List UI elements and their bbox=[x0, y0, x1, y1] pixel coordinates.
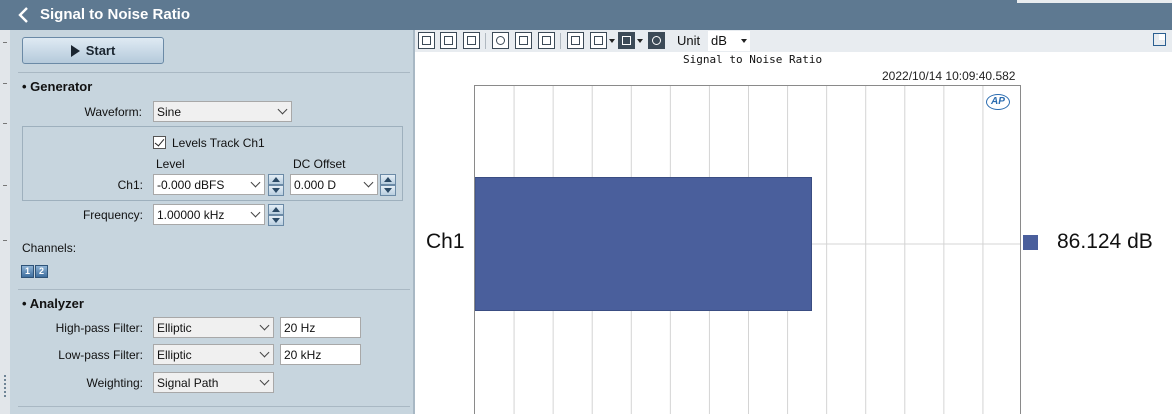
stepper-up-icon[interactable] bbox=[380, 174, 396, 185]
lowpass-label: Low-pass Filter: bbox=[58, 348, 143, 362]
divider bbox=[18, 72, 410, 73]
edge-tick bbox=[3, 83, 7, 84]
toolbar-separator bbox=[560, 33, 561, 49]
start-button[interactable]: Start bbox=[22, 37, 164, 64]
frequency-label: Frequency: bbox=[82, 208, 143, 222]
ch1-label: Ch1: bbox=[117, 178, 143, 192]
level-header: Level bbox=[156, 157, 185, 171]
highpass-type-value: Elliptic bbox=[157, 321, 192, 335]
play-icon bbox=[70, 44, 80, 57]
weighting-value: Signal Path bbox=[157, 376, 219, 390]
frequency-stepper[interactable] bbox=[268, 204, 284, 226]
generator-section-heading[interactable]: • Generator bbox=[22, 79, 92, 94]
chevron-down-icon bbox=[259, 375, 270, 386]
start-button-label: Start bbox=[85, 43, 116, 58]
highpass-frequency-input[interactable]: 20 Hz bbox=[280, 317, 361, 338]
frequency-field[interactable]: 1.00000 kHz bbox=[153, 204, 265, 225]
bullet-icon: • bbox=[22, 296, 30, 311]
weighting-label: Weighting: bbox=[86, 376, 143, 390]
chevron-down-icon bbox=[250, 207, 261, 218]
chevron-down-icon bbox=[259, 347, 270, 358]
pan-icon[interactable] bbox=[515, 32, 532, 49]
graph-toolbar: Unit dB bbox=[415, 30, 1172, 52]
stepper-down-icon[interactable] bbox=[380, 185, 396, 196]
ch1-dc-offset-value: 0.000 D bbox=[294, 178, 337, 192]
chevron-down-icon bbox=[363, 177, 374, 188]
title-bar-edge bbox=[1017, 0, 1172, 3]
ch1-level-value: -0.000 dBFS bbox=[157, 178, 225, 192]
zoom-icon[interactable] bbox=[492, 32, 509, 49]
function-icon[interactable] bbox=[618, 32, 635, 49]
waveform-value: Sine bbox=[157, 105, 182, 119]
stepper-up-icon[interactable] bbox=[268, 204, 284, 215]
plot-area[interactable]: AP bbox=[474, 85, 1021, 414]
highpass-label: High-pass Filter: bbox=[55, 321, 143, 335]
graph-timestamp: 2022/10/14 10:09:40.582 bbox=[882, 69, 1016, 83]
unit-value: dB bbox=[711, 33, 727, 48]
edge-tick bbox=[3, 42, 7, 43]
legend-swatch bbox=[1023, 235, 1038, 250]
graph-style-icon[interactable] bbox=[590, 32, 607, 49]
analyzer-section-heading[interactable]: • Analyzer bbox=[22, 296, 84, 311]
graph-area: Unit dB Signal to Noise Ratio 2022/10/14… bbox=[415, 30, 1172, 414]
frequency-value: 1.00000 kHz bbox=[157, 208, 225, 222]
ch1-level-field[interactable]: -0.000 dBFS bbox=[153, 174, 265, 195]
channels-label: Channels: bbox=[22, 241, 77, 255]
divider bbox=[18, 289, 410, 290]
unit-select[interactable]: dB bbox=[708, 31, 750, 51]
channel-1-button[interactable]: 1 bbox=[21, 265, 34, 278]
chevron-down-icon bbox=[741, 39, 747, 43]
fit-icon[interactable] bbox=[538, 32, 555, 49]
chevron-down-icon bbox=[259, 320, 270, 331]
bar-ch1[interactable] bbox=[475, 177, 812, 312]
gear-icon[interactable] bbox=[648, 32, 665, 49]
channel-2-button[interactable]: 2 bbox=[35, 265, 48, 278]
unit-label: Unit bbox=[677, 33, 701, 48]
chevron-down-icon bbox=[277, 104, 288, 115]
title-bar: Signal to Noise Ratio bbox=[0, 0, 1172, 30]
graph-title: Signal to Noise Ratio bbox=[683, 53, 823, 66]
levels-track-checkbox[interactable] bbox=[153, 136, 166, 149]
table-icon[interactable] bbox=[567, 32, 584, 49]
stepper-down-icon[interactable] bbox=[268, 215, 284, 226]
window-title: Signal to Noise Ratio bbox=[40, 6, 191, 23]
copy-icon[interactable] bbox=[440, 32, 457, 49]
category-label-ch1: Ch1 bbox=[426, 230, 465, 253]
value-label-ch1: 86.124 dB bbox=[1057, 230, 1153, 253]
ch1-dc-offset-stepper[interactable] bbox=[380, 174, 396, 196]
chevron-down-icon[interactable] bbox=[609, 39, 615, 43]
dc-offset-header: DC Offset bbox=[293, 157, 346, 171]
left-edge-strip bbox=[0, 30, 10, 414]
back-arrow-icon[interactable] bbox=[16, 6, 32, 24]
toolbar-separator bbox=[485, 33, 486, 49]
chart-svg bbox=[475, 86, 1020, 414]
ch1-dc-offset-field[interactable]: 0.000 D bbox=[290, 174, 378, 195]
chevron-down-icon[interactable] bbox=[637, 39, 643, 43]
save-icon[interactable] bbox=[418, 32, 435, 49]
lowpass-type-select[interactable]: Elliptic bbox=[153, 344, 274, 365]
print-icon[interactable] bbox=[463, 32, 480, 49]
levels-track-label: Levels Track Ch1 bbox=[172, 136, 265, 150]
edge-tick bbox=[3, 123, 7, 124]
divider bbox=[18, 406, 410, 407]
ch1-level-stepper[interactable] bbox=[268, 174, 284, 196]
ap-logo: AP bbox=[986, 94, 1010, 110]
stepper-up-icon[interactable] bbox=[268, 174, 284, 185]
waveform-label: Waveform: bbox=[84, 105, 142, 119]
resize-grip[interactable] bbox=[4, 375, 7, 397]
chevron-down-icon bbox=[250, 177, 261, 188]
lowpass-type-value: Elliptic bbox=[157, 348, 192, 362]
popout-icon[interactable] bbox=[1153, 33, 1166, 46]
bullet-icon: • bbox=[22, 79, 31, 94]
edge-tick bbox=[3, 185, 7, 186]
highpass-type-select[interactable]: Elliptic bbox=[153, 317, 274, 338]
settings-panel: Start • Generator Waveform: Sine Levels … bbox=[10, 30, 415, 414]
waveform-select[interactable]: Sine bbox=[153, 101, 292, 122]
weighting-select[interactable]: Signal Path bbox=[153, 372, 274, 393]
edge-tick bbox=[3, 240, 7, 241]
stepper-down-icon[interactable] bbox=[268, 185, 284, 196]
lowpass-frequency-input[interactable]: 20 kHz bbox=[280, 344, 361, 365]
